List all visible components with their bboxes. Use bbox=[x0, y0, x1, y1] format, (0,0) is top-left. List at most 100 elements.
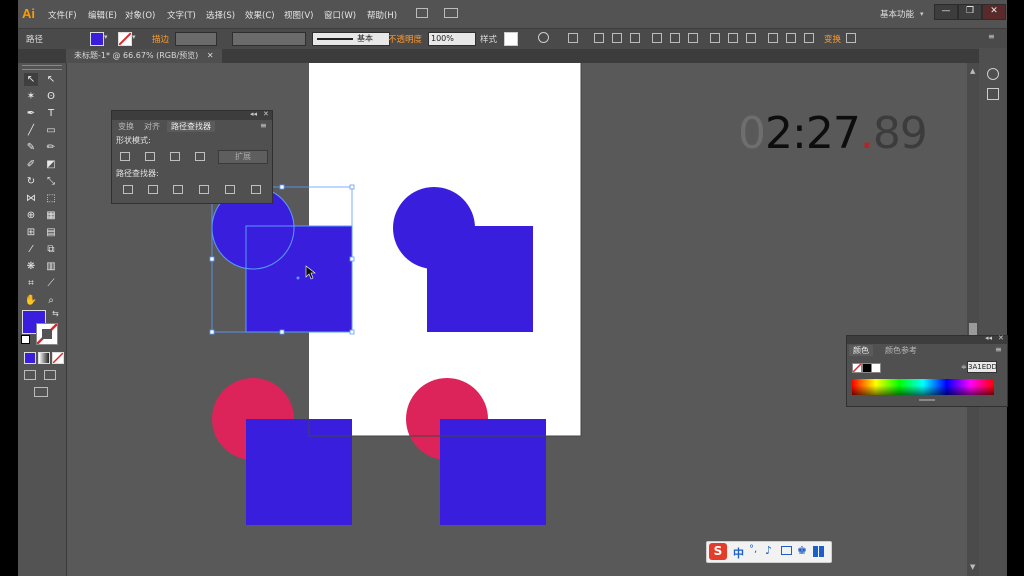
panel-title-bar[interactable]: ◂◂ ✕ bbox=[112, 110, 272, 120]
hand-tool-icon[interactable]: ✋ bbox=[24, 294, 38, 307]
no-stroke-icon bbox=[36, 323, 58, 345]
punctuation-icon[interactable]: °, bbox=[749, 544, 757, 555]
screen-edge bbox=[1007, 0, 1024, 576]
pen-tool-icon[interactable]: ✒ bbox=[24, 107, 38, 120]
skin-icon[interactable]: ♚ bbox=[797, 544, 807, 557]
microphone-icon[interactable]: ♪ bbox=[765, 544, 772, 557]
center-point bbox=[296, 276, 300, 280]
lasso-tool-icon[interactable]: ʘ bbox=[44, 90, 58, 103]
intersect-icon[interactable] bbox=[170, 152, 180, 161]
vertical-scrollbar[interactable]: ▲ ▼ bbox=[967, 63, 979, 576]
gradient-mode-icon[interactable] bbox=[38, 352, 50, 364]
scale-tool-icon[interactable]: ⤡ bbox=[44, 175, 58, 188]
shape-modes-label: 形状模式: bbox=[116, 136, 151, 145]
column-graph-tool-icon[interactable]: ▥ bbox=[44, 260, 58, 273]
panel-dock bbox=[979, 48, 1007, 576]
crop-icon[interactable] bbox=[199, 185, 209, 194]
minus-back-icon[interactable] bbox=[251, 185, 261, 194]
timer-overlay: 02:27.89 bbox=[738, 108, 928, 159]
perspective-grid-tool-icon[interactable]: ▦ bbox=[44, 209, 58, 222]
layers-panel-icon[interactable] bbox=[987, 88, 999, 100]
blob-brush-tool-icon[interactable]: ✐ bbox=[24, 158, 38, 171]
color-mode-icon[interactable] bbox=[24, 352, 36, 364]
color-spectrum[interactable] bbox=[852, 379, 994, 395]
hex-input[interactable]: 3A1EDD bbox=[967, 361, 997, 373]
screen-mode-icon[interactable] bbox=[34, 387, 48, 397]
direct-selection-tool-icon[interactable]: ↖ bbox=[44, 73, 58, 86]
timer-faded-digit: 0 bbox=[738, 108, 766, 159]
hex-symbol-icon: ≑ bbox=[961, 363, 967, 371]
white-swatch[interactable] bbox=[871, 363, 881, 373]
ime-toolbar[interactable]: S 中 °, ♪ ♚ bbox=[706, 541, 832, 563]
draw-normal-icon[interactable] bbox=[24, 370, 36, 380]
slice-tool-icon[interactable]: ⟋ bbox=[44, 277, 58, 290]
swap-fill-stroke-icon[interactable]: ⇆ bbox=[52, 309, 59, 318]
tab-color[interactable]: 颜色 bbox=[849, 345, 873, 356]
merge-icon[interactable] bbox=[173, 185, 183, 194]
line-tool-icon[interactable]: ╱ bbox=[24, 124, 38, 137]
type-tool-icon[interactable]: T bbox=[44, 107, 58, 120]
timer-dot: . bbox=[859, 108, 874, 159]
collapse-icon[interactable]: ◂◂ bbox=[250, 110, 257, 118]
close-icon[interactable]: ✕ bbox=[263, 110, 269, 118]
resize-handle[interactable] bbox=[919, 399, 935, 401]
minus-front-icon[interactable] bbox=[145, 152, 155, 161]
eyedropper-tool-icon[interactable]: ⁄ bbox=[24, 243, 38, 256]
toolbox-icon[interactable] bbox=[813, 546, 824, 557]
stroke-color-swatch[interactable] bbox=[36, 323, 58, 345]
eraser-tool-icon[interactable]: ◩ bbox=[44, 158, 58, 171]
artboard-tool-icon[interactable]: ⌗ bbox=[24, 277, 38, 290]
panel-grip[interactable] bbox=[22, 65, 62, 70]
blend-tool-icon[interactable]: ⧉ bbox=[44, 243, 58, 256]
none-mode-icon[interactable] bbox=[52, 352, 64, 364]
zoom-tool-icon[interactable]: ⌕ bbox=[44, 294, 58, 307]
mesh-tool-icon[interactable]: ⊞ bbox=[24, 226, 38, 239]
rectangle-tool-icon[interactable]: ▭ bbox=[44, 124, 58, 137]
square-shape[interactable] bbox=[246, 419, 352, 525]
selection-tool-icon[interactable]: ↖ bbox=[24, 73, 38, 86]
gradient-tool-icon[interactable]: ▤ bbox=[44, 226, 58, 239]
none-slash-icon bbox=[852, 363, 862, 373]
artwork-layer bbox=[209, 63, 582, 525]
tab-transform[interactable]: 变换 bbox=[114, 121, 138, 132]
outline-icon[interactable] bbox=[225, 185, 235, 194]
tab-pathfinder[interactable]: 路径查找器 bbox=[167, 121, 215, 132]
paintbrush-tool-icon[interactable]: ✎ bbox=[24, 141, 38, 154]
none-swatch[interactable] bbox=[852, 363, 862, 373]
unite-icon[interactable] bbox=[120, 152, 130, 161]
free-transform-tool-icon[interactable]: ⬚ bbox=[44, 192, 58, 205]
timer-main: 2:27 bbox=[765, 108, 861, 159]
expand-button[interactable]: 扩展 bbox=[218, 150, 268, 164]
color-panel: ◂◂ ✕ 颜色 颜色参考 ≡ ≑ 3A1EDD bbox=[846, 334, 1008, 407]
panel-menu-icon[interactable]: ≡ bbox=[260, 121, 267, 130]
tools-panel: ↖ ↖ ✶ ʘ ✒ T ╱ ▭ ✎ ✏ ✐ ◩ ↻ ⤡ ⋈ ⬚ ⊕ ▦ ⊞ ▤ … bbox=[18, 63, 67, 576]
scroll-up-icon[interactable]: ▲ bbox=[970, 67, 975, 75]
panel-title-bar[interactable]: ◂◂ ✕ bbox=[847, 334, 1007, 344]
divide-icon[interactable] bbox=[123, 185, 133, 194]
width-tool-icon[interactable]: ⋈ bbox=[24, 192, 38, 205]
pathfinders-label: 路径查找器: bbox=[116, 169, 159, 178]
shape-builder-tool-icon[interactable]: ⊕ bbox=[24, 209, 38, 222]
keyboard-icon[interactable] bbox=[781, 546, 792, 555]
tab-align[interactable]: 对齐 bbox=[140, 121, 164, 132]
draw-behind-icon[interactable] bbox=[44, 370, 56, 380]
trim-icon[interactable] bbox=[148, 185, 158, 194]
collapse-icon[interactable]: ◂◂ bbox=[985, 334, 992, 342]
sogou-logo-icon[interactable]: S bbox=[709, 543, 727, 560]
magic-wand-tool-icon[interactable]: ✶ bbox=[24, 90, 38, 103]
panel-menu-icon[interactable]: ≡ bbox=[995, 345, 1002, 354]
symbol-sprayer-tool-icon[interactable]: ❋ bbox=[24, 260, 38, 273]
rotate-tool-icon[interactable]: ↻ bbox=[24, 175, 38, 188]
close-icon[interactable]: ✕ bbox=[998, 334, 1004, 342]
pencil-tool-icon[interactable]: ✏ bbox=[44, 141, 58, 154]
tab-color-guide[interactable]: 颜色参考 bbox=[881, 345, 921, 356]
square-shape[interactable] bbox=[440, 419, 546, 525]
exclude-icon[interactable] bbox=[195, 152, 205, 161]
default-colors-icon[interactable] bbox=[21, 335, 30, 344]
timer-fraction: 89 bbox=[872, 108, 928, 159]
scroll-down-icon[interactable]: ▼ bbox=[970, 563, 975, 571]
ime-language-toggle[interactable]: 中 bbox=[733, 545, 744, 561]
appearance-panel-icon[interactable] bbox=[987, 68, 999, 80]
square-shape[interactable] bbox=[427, 226, 533, 332]
pathfinder-panel: ◂◂ ✕ 变换 对齐 路径查找器 ≡ 形状模式: 扩展 路径查找器: bbox=[111, 110, 273, 204]
